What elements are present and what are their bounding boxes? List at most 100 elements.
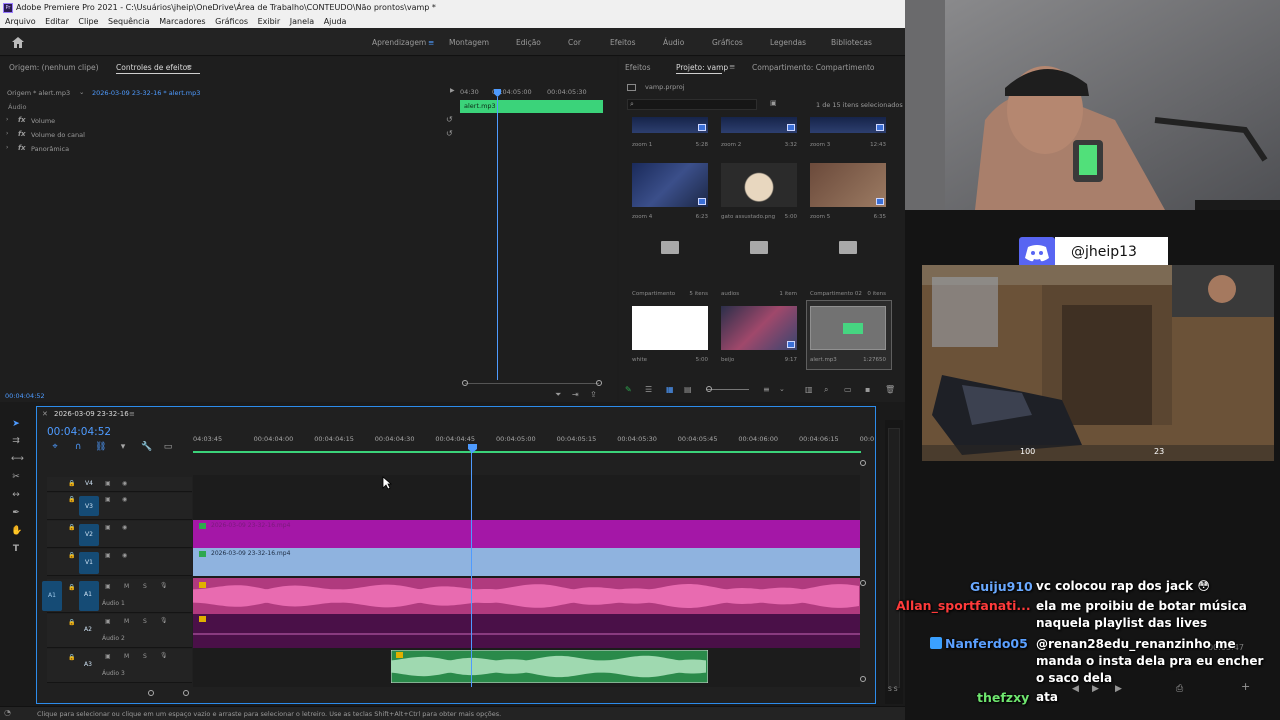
lock-icon[interactable]: 🔒 [68,654,75,661]
sync-icon[interactable]: ▣ [105,653,111,660]
project-clip-item[interactable] [721,163,797,207]
tab-effect-controls[interactable]: Controles de efeitos [116,63,191,72]
home-icon[interactable] [12,37,24,48]
ec-scrollbar[interactable] [465,383,599,384]
eye-icon[interactable]: ◉ [122,480,127,487]
project-clip-item[interactable] [721,117,797,133]
workspace-bibliotecas[interactable]: Bibliotecas [831,38,872,47]
workspace-legendas[interactable]: Legendas [770,38,806,47]
workspace-audio[interactable]: Áudio [663,38,684,47]
filter-icon[interactable]: ⏷ [555,390,561,400]
project-clip-item[interactable] [810,163,886,207]
audio-track-header[interactable]: A1 🔒 A1 ▣ M S 🎙 Áudio 1 [42,579,192,613]
effect-row-channel-volume[interactable]: Volume do canal [31,131,85,139]
effect-row-panner[interactable]: Panorâmica [31,145,69,153]
lock-icon[interactable]: 🔒 [68,552,75,559]
tab-source[interactable]: Origem: (nenhum clipe) [9,63,99,72]
linked-selection-icon[interactable]: ⛓ [95,442,106,452]
new-bin-from-search-icon[interactable]: ▣ [770,99,777,107]
sequence-clip-label[interactable]: 2026-03-09 23-32-16 * alert.mp3 [92,89,200,97]
project-clip-item[interactable] [810,117,886,133]
lock-icon[interactable]: 🔒 [68,496,75,503]
lock-icon[interactable]: 🔒 [68,584,75,591]
eye-icon[interactable]: ◉ [122,552,127,559]
new-bin-icon[interactable]: ▭ [844,385,852,394]
project-clip-item[interactable] [721,306,797,350]
nest-icon[interactable]: ⌖ [50,442,60,452]
reset-channel-volume-icon[interactable]: ↺ [446,129,453,138]
solo-button[interactable]: S [143,618,147,625]
zoom-slider-handle[interactable] [706,386,712,392]
eye-icon[interactable]: ◉ [122,496,127,503]
scroll-handle[interactable] [596,380,602,386]
microphone-icon[interactable]: 🎙 [160,617,168,624]
project-clip-item[interactable] [632,306,708,350]
solo-button[interactable]: S [143,653,147,660]
film-icon[interactable]: ▣ [105,552,111,559]
workspace-aprendizagem[interactable]: Aprendizagem [372,38,426,47]
menu-arquivo[interactable]: Arquivo [5,17,36,26]
clip-v2[interactable]: 2026-03-09 23-32-16.mp4 [193,520,860,548]
microphone-icon[interactable]: 🎙 [160,652,168,659]
menu-marcadores[interactable]: Marcadores [159,17,205,26]
audio-track-header[interactable]: 🔒 A2 ▣ M S 🎙 Áudio 2 [47,614,192,648]
sequence-tab[interactable]: 2026-03-09 23-32-16 [54,410,129,418]
sync-icon[interactable]: ▣ [105,618,111,625]
video-track-header[interactable]: 🔒 V2 ▣ ◉ [47,521,192,548]
clip-a1-waveform[interactable] [193,578,860,614]
slip-tool-icon[interactable]: ↔ [11,490,21,500]
automate-to-sequence-icon[interactable]: ▥ [805,385,813,394]
panel-menu-icon[interactable]: ≡ [729,62,735,71]
selection-tool-icon[interactable]: ➤ [11,419,21,429]
track-select-tool-icon[interactable]: ⇉ [11,436,21,446]
workspace-efeitos[interactable]: Efeitos [610,38,636,47]
project-bin-item[interactable] [632,227,708,271]
timeline-timecode[interactable]: 00:04:04:52 [47,426,111,438]
find-icon[interactable]: ⌕ [824,385,828,395]
panel-menu-icon[interactable]: ≡ [186,62,192,71]
meter-solo-label[interactable]: S S [888,686,898,693]
snap-icon[interactable]: ∩ [73,442,83,452]
lock-icon[interactable]: 🔒 [68,619,75,626]
list-view-icon[interactable]: ☰ [645,385,652,394]
icon-view-icon[interactable]: ▦ [666,385,674,394]
clip-a2-waveform[interactable] [193,614,860,648]
eye-icon[interactable]: ◉ [122,524,127,531]
expand-channel-volume-icon[interactable]: › [6,130,8,137]
film-icon[interactable]: ▣ [105,480,111,487]
freeform-view-icon[interactable]: ▤ [684,385,692,394]
sync-icon[interactable]: ▣ [105,583,111,590]
tab-effects[interactable]: Efeitos [625,63,651,72]
video-track-header[interactable]: 🔒 V3 ▣ ◉ [47,493,192,520]
workspace-graficos[interactable]: Gráficos [712,38,743,47]
mute-button[interactable]: M [124,583,129,590]
menu-editar[interactable]: Editar [45,17,69,26]
menu-clipe[interactable]: Clipe [78,17,98,26]
captions-icon[interactable]: ▭ [163,442,173,452]
clip-a3-alert[interactable] [391,650,708,683]
work-area-bar[interactable] [193,451,861,453]
mute-button[interactable]: M [124,618,129,625]
scroll-handle[interactable] [183,690,189,696]
play-icon[interactable]: ▶ [450,87,455,94]
tab-project[interactable]: Projeto: vamp [676,63,728,72]
panel-menu-icon[interactable]: ≡ [129,410,135,418]
expand-volume-icon[interactable]: › [6,116,8,123]
solo-button[interactable]: S [143,583,147,590]
effect-row-volume[interactable]: Volume [31,117,55,125]
menu-sequencia[interactable]: Sequência [108,17,150,26]
sort-icon[interactable]: ≡ [763,385,770,394]
workspace-menu-icon[interactable]: ≡ [428,38,434,47]
trash-icon[interactable]: 🗑 [885,385,895,394]
zoom-slider[interactable] [707,389,749,390]
lock-icon[interactable]: 🔒 [68,524,75,531]
film-icon[interactable]: ▣ [105,496,111,503]
share-icon[interactable]: ⇪ [590,390,597,399]
scroll-handle[interactable] [860,580,866,586]
expand-panner-icon[interactable]: › [6,144,8,151]
mute-button[interactable]: M [124,653,129,660]
clip-v1[interactable]: 2026-03-09 23-32-16.mp4 [193,548,860,576]
tab-bin[interactable]: Compartimento: Compartimento [752,63,875,72]
add-marker-icon[interactable]: ▾ [118,442,128,452]
menu-ajuda[interactable]: Ajuda [324,17,347,26]
